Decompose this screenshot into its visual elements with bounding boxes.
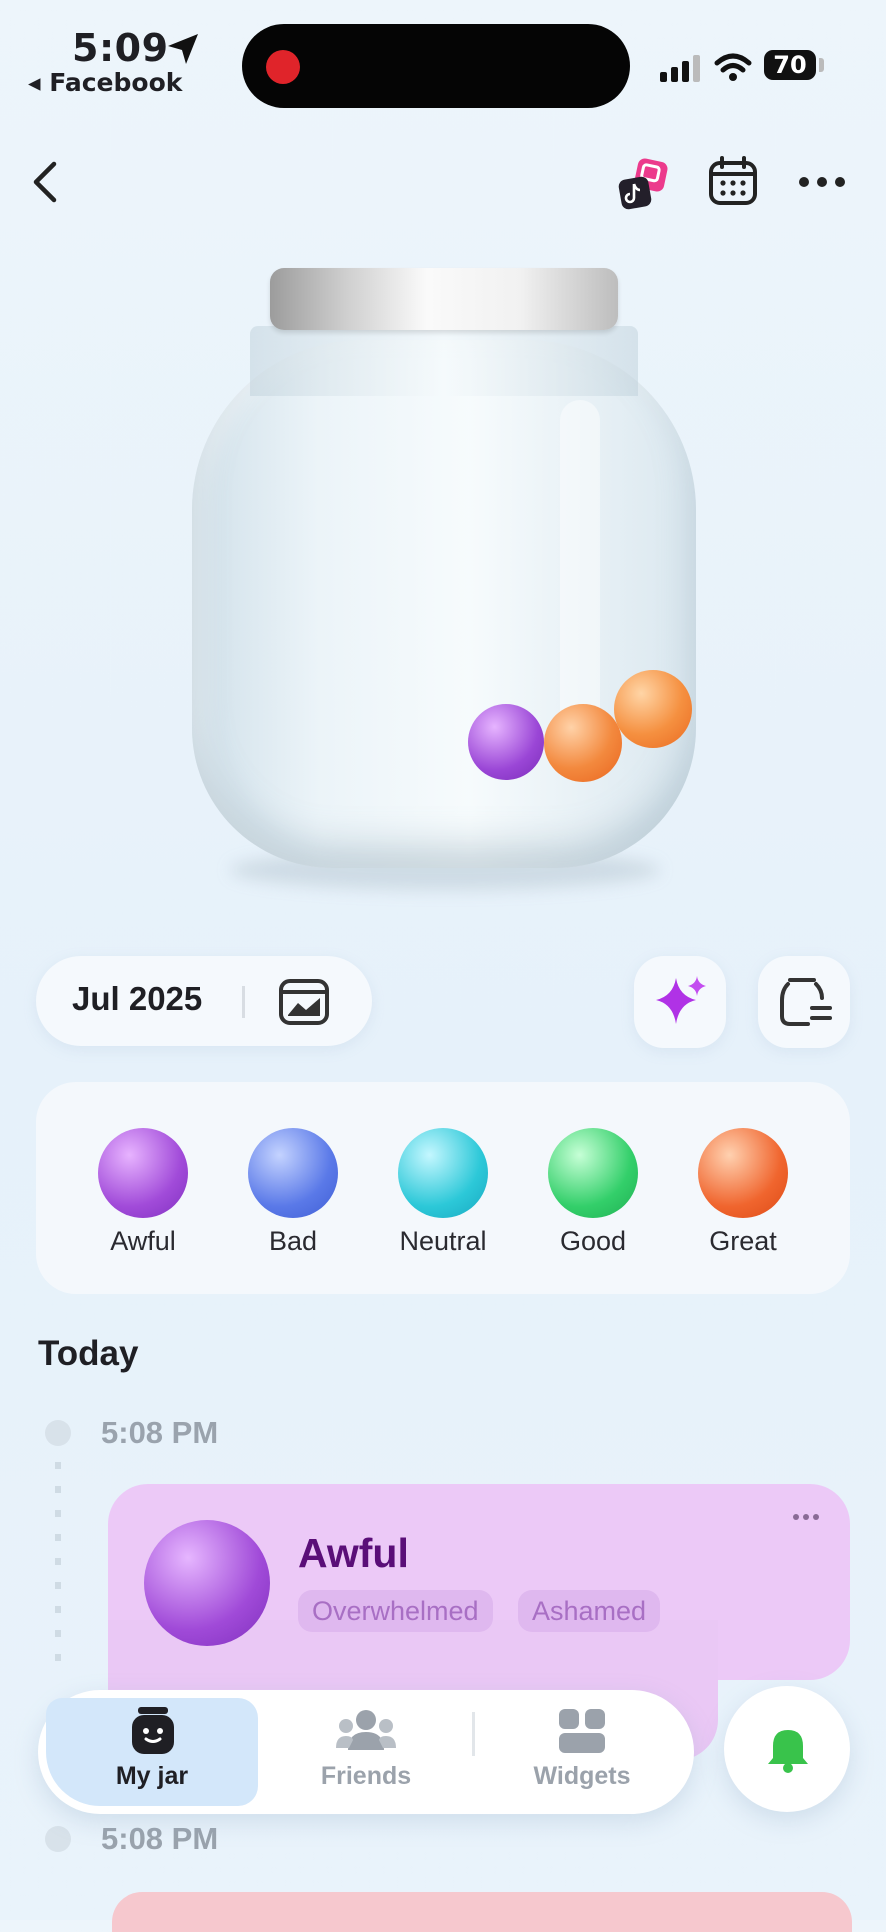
nav-item-friends[interactable]: Friends: [276, 1694, 456, 1808]
entry-tag: Overwhelmed: [298, 1590, 493, 1632]
great-face-icon: [698, 1128, 788, 1218]
marble-great[interactable]: [544, 704, 622, 782]
status-time: 5:09: [72, 26, 169, 70]
chevron-left-icon[interactable]: [30, 160, 60, 204]
good-face-icon: [548, 1128, 638, 1218]
more-icon[interactable]: [798, 174, 846, 190]
neutral-face-icon: [398, 1128, 488, 1218]
month-label[interactable]: Jul 2025: [72, 980, 202, 1018]
battery-indicator: 70: [764, 50, 816, 80]
timeline-dot: [45, 1826, 71, 1852]
mood-label: Awful: [110, 1226, 176, 1256]
location-arrow-icon: [168, 34, 198, 64]
marble-awful[interactable]: [468, 704, 544, 780]
wifi-icon: [714, 53, 752, 81]
battery-tip: [819, 58, 824, 72]
jar-body[interactable]: [192, 340, 696, 868]
entry-time: 5:08 PM: [101, 1821, 219, 1856]
awful-face-icon: [144, 1520, 270, 1646]
entry-mood-title: Awful: [298, 1530, 409, 1576]
app-stickers-icon[interactable]: [618, 158, 670, 210]
divider: [242, 986, 245, 1018]
nav-label: Widgets: [533, 1762, 631, 1790]
jar-face-icon: [132, 1707, 174, 1754]
mood-label: Bad: [268, 1226, 318, 1256]
mood-label: Great: [709, 1226, 777, 1256]
mood-option-bad[interactable]: Bad: [218, 1128, 368, 1257]
entry-tag: Ashamed: [518, 1590, 661, 1632]
mood-option-neutral[interactable]: Neutral: [368, 1128, 518, 1257]
widgets-icon: [559, 1709, 605, 1753]
marble-great[interactable]: [614, 670, 692, 748]
cellular-signal-icon: [660, 55, 700, 82]
jar-neck: [250, 326, 638, 396]
nav-item-my-jar[interactable]: My jar: [64, 1694, 240, 1808]
jar-lid: [270, 268, 618, 330]
timeline-dot: [45, 1420, 71, 1446]
dynamic-island: [242, 24, 630, 108]
section-title-today: Today: [38, 1334, 139, 1373]
recording-indicator-icon: [266, 50, 300, 84]
mood-label: Neutral: [399, 1226, 487, 1256]
friends-icon: [336, 1710, 396, 1750]
entry-more-icon[interactable]: [792, 1512, 820, 1522]
nav-label: Friends: [320, 1762, 412, 1790]
calendar-icon[interactable]: [708, 156, 758, 206]
timeline-line: [55, 1462, 61, 1662]
mood-option-good[interactable]: Good: [518, 1128, 668, 1257]
bad-face-icon: [248, 1128, 338, 1218]
nav-divider: [472, 1712, 475, 1756]
mood-entry-card[interactable]: [112, 1892, 852, 1932]
entry-time: 5:08 PM: [101, 1415, 219, 1450]
sparkles-icon: [656, 976, 706, 1024]
nav-label: My jar: [115, 1762, 189, 1790]
bell-icon: [768, 1730, 808, 1773]
mood-option-awful[interactable]: Awful: [68, 1128, 218, 1257]
mood-option-great[interactable]: Great: [668, 1128, 818, 1257]
back-to-app-link[interactable]: ◂ Facebook: [28, 68, 182, 97]
awful-face-icon: [98, 1128, 188, 1218]
chart-card-icon[interactable]: [278, 978, 330, 1026]
jar-switch-icon: [780, 978, 832, 1026]
nav-item-widgets[interactable]: Widgets: [492, 1694, 672, 1808]
mood-label: Good: [559, 1226, 627, 1256]
